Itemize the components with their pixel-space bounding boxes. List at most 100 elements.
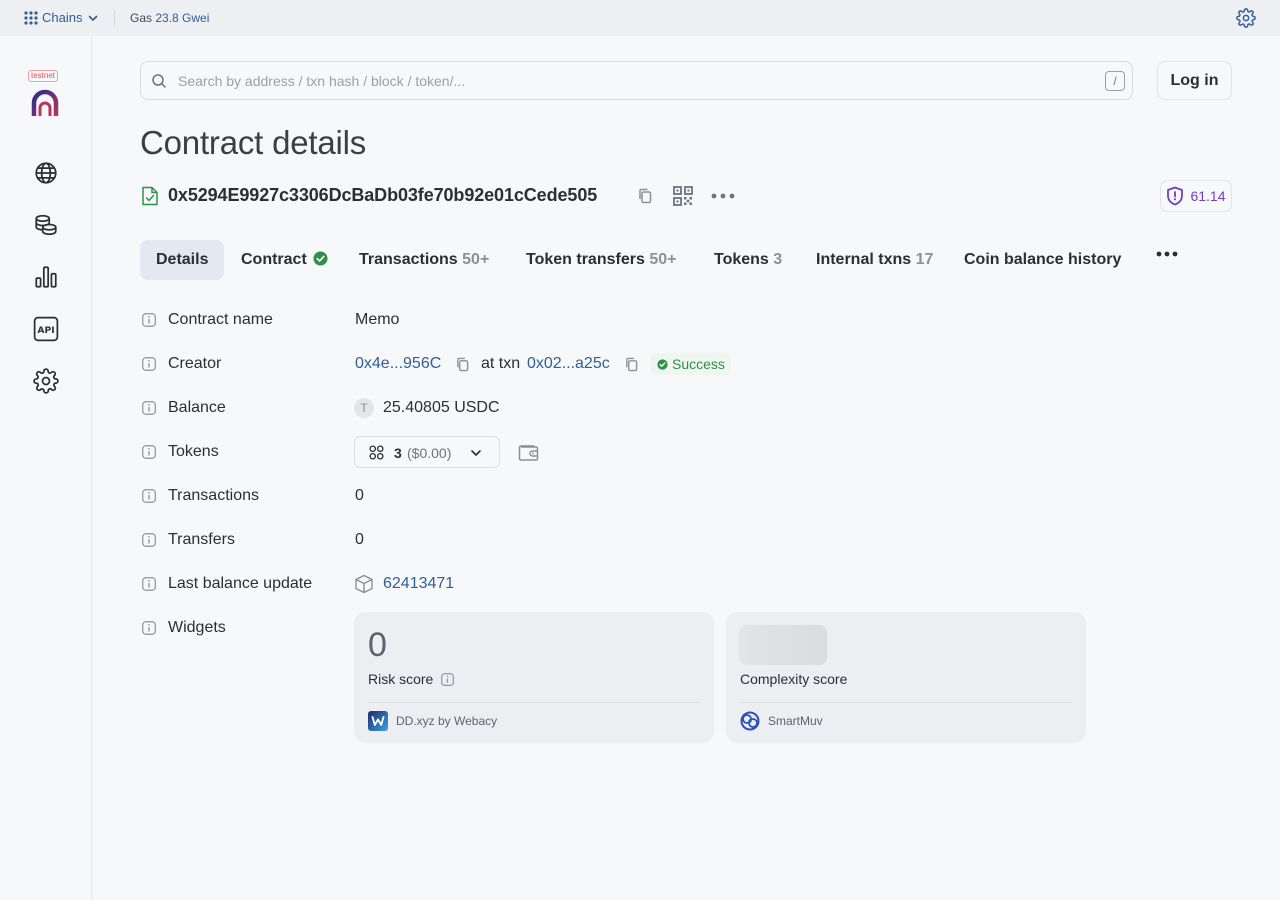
svg-text:API: API xyxy=(37,325,54,336)
info-icon[interactable] xyxy=(142,489,156,503)
info-icon[interactable] xyxy=(142,577,156,591)
qr-code-button[interactable] xyxy=(673,186,693,206)
tab-token-transfers[interactable]: Token transfers 50+ xyxy=(526,240,676,280)
login-button[interactable]: Log in xyxy=(1157,61,1232,100)
last-balance-update-label: Last balance update xyxy=(168,575,313,592)
complexity-score-widget: Complexity score SmartMuv xyxy=(726,612,1086,743)
more-tabs-button[interactable] xyxy=(1156,250,1178,258)
settings-button[interactable] xyxy=(1236,8,1256,28)
contract-file-icon xyxy=(141,186,159,206)
copy-creator-button[interactable] xyxy=(456,357,469,372)
complexity-score-source-link[interactable]: SmartMuv xyxy=(740,711,823,731)
tab-contract[interactable]: Contract xyxy=(241,240,328,280)
sidebar-item-charts[interactable] xyxy=(33,264,59,290)
grid-dots-icon xyxy=(24,10,38,25)
gas-price: Gas 23.8 Gwei xyxy=(130,11,209,25)
risk-score-label: Risk score xyxy=(368,671,455,687)
token-avatar: T xyxy=(354,398,374,418)
copy-icon xyxy=(457,357,469,372)
copy-address-button[interactable] xyxy=(638,188,652,204)
tab-label: Token transfers xyxy=(526,251,645,268)
loading-skeleton xyxy=(739,625,827,665)
security-score-value: 61.14 xyxy=(1190,188,1226,204)
info-icon[interactable] xyxy=(142,401,156,415)
page-title: Contract details xyxy=(140,124,367,161)
tab-count: 3 xyxy=(773,251,783,268)
widget-label: Complexity score xyxy=(740,671,848,687)
gas-label: Gas xyxy=(130,11,153,25)
coins-icon xyxy=(35,214,57,236)
wallet-icon xyxy=(518,445,539,461)
info-icon[interactable] xyxy=(142,621,156,635)
tokens-usd: ($0.00) xyxy=(407,445,452,461)
qr-code-icon xyxy=(673,186,693,206)
creator-address-link[interactable]: 0x4e...956C xyxy=(355,355,441,373)
tab-label: Tokens xyxy=(714,251,769,268)
search-shortcut-hint: / xyxy=(1105,71,1125,91)
sidebar-item-api[interactable]: API xyxy=(33,316,59,342)
sidebar: testnet API xyxy=(0,36,92,900)
widget-divider xyxy=(368,702,700,703)
tokens-dropdown[interactable]: 3 ($0.00) xyxy=(354,436,500,468)
shield-alert-icon xyxy=(1167,186,1184,206)
status-badge: Success xyxy=(651,353,731,375)
tab-label: Coin balance history xyxy=(964,251,1122,268)
copy-txn-button[interactable] xyxy=(625,357,638,372)
info-icon[interactable] xyxy=(142,313,156,327)
transactions-value: 0 xyxy=(355,487,364,504)
tab-details[interactable]: Details xyxy=(140,240,225,280)
risk-score-source-link[interactable]: DD.xyz by Webacy xyxy=(368,711,497,731)
bar-chart-icon xyxy=(35,266,57,288)
info-icon[interactable] xyxy=(142,533,156,547)
balance-value: 25.40805 USDC xyxy=(383,399,500,417)
tab-count: 17 xyxy=(915,251,934,268)
balance-unit: USDC xyxy=(454,399,500,416)
search-icon xyxy=(152,74,166,88)
tokens-count: 3 xyxy=(394,445,402,461)
api-icon: API xyxy=(33,316,59,342)
widget-label: Risk score xyxy=(368,671,434,687)
more-actions-button[interactable] xyxy=(711,192,735,200)
transactions-label: Transactions xyxy=(168,487,259,504)
copy-icon xyxy=(626,357,638,372)
top-bar: Chains Gas 23.8 Gwei xyxy=(0,0,1280,36)
sidebar-item-blockchain[interactable] xyxy=(33,160,59,186)
info-icon[interactable] xyxy=(441,672,455,686)
globe-icon xyxy=(35,162,57,184)
sidebar-item-tokens[interactable] xyxy=(33,212,59,238)
tab-coin-balance-history[interactable]: Coin balance history xyxy=(964,240,1121,280)
info-icon[interactable] xyxy=(142,357,156,371)
tab-tokens[interactable]: Tokens 3 xyxy=(714,240,782,280)
search-bar: / xyxy=(140,61,1133,100)
tab-label: Contract xyxy=(241,251,307,268)
gear-icon xyxy=(33,368,59,394)
creation-txn-link[interactable]: 0x02...a25c xyxy=(527,355,610,373)
verified-check-icon xyxy=(313,251,328,266)
tab-transactions[interactable]: Transactions 50+ xyxy=(359,240,489,280)
contract-name-value: Memo xyxy=(355,311,400,328)
block-icon xyxy=(355,574,373,594)
sidebar-item-settings[interactable] xyxy=(33,368,59,394)
smartmuv-logo-icon xyxy=(740,711,760,731)
tab-label: Details xyxy=(156,251,209,268)
risk-score-value: 0 xyxy=(368,626,387,664)
transfers-label: Transfers xyxy=(168,531,235,548)
balance-label: Balance xyxy=(168,399,226,416)
info-icon[interactable] xyxy=(142,445,156,459)
search-input[interactable] xyxy=(178,70,1078,92)
tab-label: Transactions xyxy=(359,251,458,268)
last-balance-block-link[interactable]: 62413471 xyxy=(383,575,454,593)
security-score-badge[interactable]: 61.14 xyxy=(1160,180,1232,212)
status-text: Success xyxy=(672,356,725,372)
widget-divider xyxy=(740,702,1072,703)
chains-menu-button[interactable]: Chains xyxy=(24,10,100,25)
tokens-grid-icon xyxy=(369,445,384,460)
app-logo[interactable] xyxy=(31,88,59,118)
contract-address: 0x5294E9927c3306DcBaDb03fe70b92e01cCede5… xyxy=(168,185,598,205)
tab-internal-txns[interactable]: Internal txns 17 xyxy=(816,240,933,280)
chevron-down-icon xyxy=(89,15,98,21)
widget-source-name: DD.xyz by Webacy xyxy=(396,714,498,728)
wallet-button[interactable] xyxy=(518,442,540,462)
gear-icon xyxy=(1236,8,1256,28)
tokens-label: Tokens xyxy=(168,443,219,460)
